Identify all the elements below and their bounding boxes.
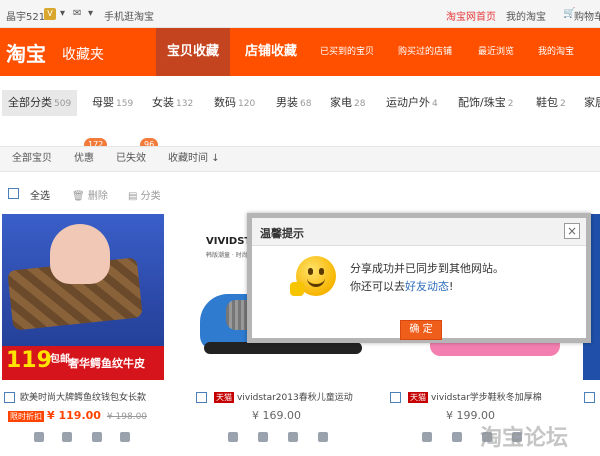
category-home[interactable]: 家居 xyxy=(584,90,600,116)
thumbs-up-icon xyxy=(290,282,304,296)
category-appliances[interactable]: 家电 28 xyxy=(330,90,365,116)
folder-icon: ▤ xyxy=(128,191,138,202)
dialog-message-2: 你还可以去好友动态! xyxy=(350,280,454,293)
category-men[interactable]: 男装 68 xyxy=(276,90,311,116)
smiley-mouth xyxy=(307,278,325,287)
subtab-discount[interactable]: 优惠 xyxy=(74,147,94,171)
mail-icon[interactable]: ✉ xyxy=(73,8,81,19)
confirm-button[interactable]: 确 定 xyxy=(400,320,442,340)
deal-tag: 限时折扣 xyxy=(8,411,44,422)
shop-icon[interactable] xyxy=(288,432,298,442)
chevron-down-icon[interactable]: ▾ xyxy=(88,8,93,19)
chevron-down-icon[interactable]: ▾ xyxy=(60,8,65,19)
my-taobao-link[interactable]: 我的淘宝 xyxy=(506,8,546,23)
product-title-link[interactable]: 天猫 vividstar2013春秋儿童运动 xyxy=(214,390,353,404)
product-image[interactable]: 119 包邮 奢华鳄鱼纹牛皮 xyxy=(2,214,164,380)
nav-recent-views[interactable]: 最近浏览 xyxy=(478,28,514,76)
category-accessories[interactable]: 配饰/珠宝 2 xyxy=(458,90,513,116)
product-checkbox[interactable] xyxy=(584,392,595,403)
category-shoes-bags[interactable]: 鞋包 2 xyxy=(536,90,566,116)
product-checkbox[interactable] xyxy=(196,392,207,403)
batch-toolbar: 全选 🗑 删除 ▤ 分类 xyxy=(0,184,600,202)
trash-icon[interactable] xyxy=(452,432,462,442)
share-success-dialog: 温馨提示 × 分享成功并已同步到其他网站。 你还可以去好友动态! 确 定 xyxy=(247,213,591,343)
subtab-sort-time[interactable]: 收藏时间 ↓ xyxy=(168,147,220,171)
category-sports[interactable]: 运动户外 4 xyxy=(386,90,438,116)
favorites-sub-tabs: 全部宝贝 优惠 已失效 收藏时间 ↓ xyxy=(0,146,600,172)
arrow-down-icon: ↓ xyxy=(211,153,220,164)
category-baby[interactable]: 母婴 159 xyxy=(92,90,133,116)
product-checkbox[interactable] xyxy=(4,392,15,403)
vip-badge-icon: V xyxy=(44,8,56,20)
smiley-eye xyxy=(319,268,324,275)
tab-shop-favorites[interactable]: 店铺收藏 xyxy=(234,28,308,76)
tab-item-favorites[interactable]: 宝贝收藏 xyxy=(156,28,230,76)
shop-icon[interactable] xyxy=(92,432,102,442)
friend-feed-link[interactable]: 好友动态 xyxy=(405,280,449,293)
hand-image xyxy=(50,224,110,284)
product-actions xyxy=(228,432,338,444)
product-title-link[interactable]: 天猫 vividstar学步鞋秋冬加厚棉 xyxy=(408,390,542,404)
taobao-logo[interactable]: 淘宝 xyxy=(6,38,46,67)
cart-link[interactable]: 购物车 xyxy=(574,8,600,23)
page-title: 收藏夹 xyxy=(62,47,104,63)
site-top-bar: 晶宇521 V ▾ ✉ ▾ 手机逛淘宝 淘宝网首页 我的淘宝 🛒 购物车 xyxy=(0,0,600,28)
smiley-eye xyxy=(308,268,313,275)
share-icon[interactable] xyxy=(422,432,432,442)
category-all[interactable]: 全部分类 509 xyxy=(2,90,78,116)
select-all-checkbox[interactable] xyxy=(8,188,19,199)
mobile-taobao-link[interactable]: 手机逛淘宝 xyxy=(104,8,154,23)
close-icon[interactable]: × xyxy=(564,223,580,239)
share-icon[interactable] xyxy=(34,432,44,442)
product-price: 限时折扣 ¥ 119.00 ¥ 198.00 xyxy=(8,409,148,422)
favorites-header: 淘宝 收藏夹 宝贝收藏 店铺收藏 已买到的宝贝 购买过的店铺 最近浏览 我的淘宝 xyxy=(0,28,600,76)
category-digital[interactable]: 数码 120 xyxy=(214,90,255,116)
product-title-link[interactable]: 欧美时尚大牌鳄鱼纹钱包女长款 xyxy=(20,390,146,404)
cart-icon[interactable] xyxy=(318,432,328,442)
delete-button[interactable]: 🗑 删除 xyxy=(72,187,108,202)
nav-bought-shops[interactable]: 购买过的店铺 xyxy=(398,28,452,76)
cart-icon[interactable] xyxy=(120,432,130,442)
trash-icon[interactable] xyxy=(258,432,268,442)
category-women[interactable]: 女装 132 xyxy=(152,90,193,116)
nav-bought-items[interactable]: 已买到的宝贝 xyxy=(320,28,374,76)
subtab-all-items[interactable]: 全部宝贝 xyxy=(12,147,52,171)
categorize-button[interactable]: ▤ 分类 xyxy=(128,187,161,202)
category-filter-bar: 全部分类 509 母婴 159 女装 132 数码 120 男装 68 家电 28 运动户外… xyxy=(0,90,600,116)
trash-icon[interactable] xyxy=(62,432,72,442)
username-link[interactable]: 晶宇521 xyxy=(6,8,45,23)
dialog-title: 温馨提示 xyxy=(260,227,304,240)
trash-icon: 🗑 xyxy=(72,191,85,202)
product-checkbox[interactable] xyxy=(390,392,401,403)
product-price: ¥ 169.00 xyxy=(252,409,301,422)
select-all-label[interactable]: 全选 xyxy=(30,187,50,202)
tmall-tag: 天猫 xyxy=(214,392,234,403)
dialog-header: 温馨提示 × xyxy=(252,218,586,246)
dialog-message: 分享成功并已同步到其他网站。 xyxy=(350,262,504,275)
nav-my-taobao[interactable]: 我的淘宝 xyxy=(538,28,574,76)
forum-watermark: 淘宝论坛 xyxy=(480,426,569,451)
shoe-sole xyxy=(204,342,362,354)
share-icon[interactable] xyxy=(228,432,238,442)
tmall-tag: 天猫 xyxy=(408,392,428,403)
taobao-home-link[interactable]: 淘宝网首页 xyxy=(446,8,496,23)
subtab-expired[interactable]: 已失效 xyxy=(116,147,146,171)
promo-banner: 119 包邮 奢华鳄鱼纹牛皮 xyxy=(2,346,164,380)
product-actions xyxy=(34,432,130,444)
